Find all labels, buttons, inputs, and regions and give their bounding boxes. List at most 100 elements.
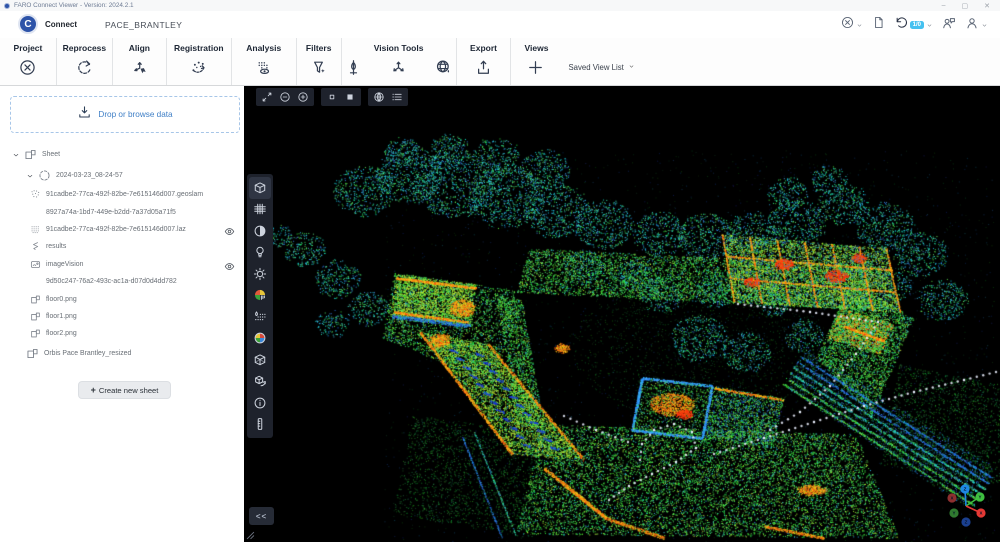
tree-item-label: 2024-03-23_08-24-57 [56,172,123,179]
tree-row-91cadbe2-77ca-492f-82be-7e6151[interactable]: 91cadbe2-77ca-492f-82be-7e615146d007.geo… [0,186,244,203]
tree-row-91cadbe2-77ca-492f-82be-7e6151[interactable]: 91cadbe2-77ca-492f-82be-7e615146d007.laz [0,221,244,238]
geoslam-icon [30,189,41,200]
window-title: FARO Connect Viewer - Version: 2024.2.1 [14,2,134,9]
export-button[interactable] [473,56,495,78]
tree-row-imagevision[interactable]: imageVision [0,256,244,273]
trajectory-icon [30,241,41,252]
ruler-tool-button[interactable] [249,414,271,436]
file-icon [30,207,41,218]
chevron-down-icon [856,16,863,34]
main-toolbar: ProjectReprocessAlignRegistrationAnalysi… [0,38,1000,86]
cube-rotate-tool-button[interactable] [249,371,271,393]
tree-row-9d50c247-76a2-493c-ac1a-d07d0d[interactable]: 9d50c247-76a2-493c-ac1a-d07d0d4dd782 [0,273,244,290]
zoom-in-button[interactable] [295,89,311,105]
zoom-out-button[interactable] [277,89,293,105]
contrast-tool-button[interactable] [249,220,271,242]
sheet-icon [30,294,41,305]
reprocess-button[interactable] [73,56,95,78]
points-tool-button[interactable] [249,306,271,328]
toolbar-group-registration: Registration [167,38,232,85]
toolbar-group-filters: Filters [297,38,342,85]
toolbar-group-analysis: Analysis [232,38,297,85]
image-icon [30,259,41,270]
close-circle-button[interactable] [17,56,39,78]
viewport-toolbar-panel [321,88,361,106]
tree-item-label: 9d50c247-76a2-493c-ac1a-d07d0d4dd782 [46,278,177,285]
status-circle-dropdown[interactable] [841,16,863,34]
palette-tool-button[interactable] [249,285,271,307]
undo-dropdown[interactable]: 1/0 [894,16,933,35]
caret-down-icon[interactable] [26,167,34,185]
toolbar-group-icons [188,56,210,78]
grid-tool-button[interactable] [249,199,271,221]
tree-item-label: imageVision [46,261,83,268]
cube-tool-button[interactable] [249,349,271,371]
toolbar-group-vision-tools: Vision Tools [342,38,457,85]
tree-row-2024-03-23-08-24-57[interactable]: 2024-03-23_08-24-57 [0,165,244,186]
app-header: C Connect PACE_BRANTLEY 1/0 [0,11,1000,38]
tree-row-floor1-png[interactable]: floor1.png [0,308,244,325]
3d-viewport[interactable]: << ZXYXYZ [244,86,1000,542]
viewport-toolbar-panel [256,88,314,106]
tree-item-label: results [46,243,66,250]
analysis-button[interactable] [253,56,275,78]
toolbar-group-label: Export [470,43,497,53]
connect-logo-icon: C [18,14,38,34]
document-button[interactable] [872,16,885,34]
create-new-sheet-button[interactable]: + Create new sheet [78,381,171,399]
minimize-button[interactable]: – [942,2,946,9]
bulb-tool-button[interactable] [249,242,271,264]
colorsphere-tool-button[interactable] [249,328,271,350]
vt-sphere-button[interactable] [433,56,455,78]
box-tool-button[interactable] [249,177,271,199]
vt-axes-button[interactable] [388,56,410,78]
list-button[interactable] [389,89,405,105]
navigation-gizmo[interactable]: ZXYXYZ [938,476,996,538]
filters-button[interactable] [308,56,330,78]
header-actions: 1/0 [841,16,988,34]
tree-row-sheet[interactable]: Sheet [0,144,244,165]
tree-row-floor0-png[interactable]: floor0.png [0,290,244,307]
brightness-tool-button[interactable] [249,263,271,285]
toolbar-group-label: Views [524,43,548,53]
plus-button[interactable] [524,56,546,78]
tree-item-label: floor1.png [46,313,77,320]
resize-grip-icon[interactable] [245,528,256,542]
toolbar-group-label: Reprocess [63,43,106,53]
fit-button[interactable] [259,89,275,105]
account-dropdown[interactable] [965,16,988,35]
globe-button[interactable] [371,89,387,105]
feedback-button[interactable] [942,16,956,35]
collapse-sidebar-button[interactable]: << [249,507,274,525]
maximize-button[interactable]: ▢ [962,2,969,10]
svg-text:Y: Y [978,495,981,500]
document-icon [872,16,885,34]
chevron-down-icon [926,16,933,34]
toolbar-group-icons [253,56,275,78]
align-button[interactable] [128,56,150,78]
window-titlebar: FARO Connect Viewer - Version: 2024.2.1 [0,0,1000,11]
tree-row-floor2-png[interactable]: floor2.png [0,325,244,342]
viewport-toolbar-panel [368,88,408,106]
point-small-button[interactable] [324,89,340,105]
vt-plumb-button[interactable] [343,56,365,78]
close-button[interactable]: ✕ [984,2,990,10]
toolbar-group-icons [473,56,495,78]
saved-view-list-dropdown[interactable]: Saved View List [568,63,634,72]
point-large-button[interactable] [342,89,358,105]
sheet-icon [26,347,39,360]
drop-browse-data-zone[interactable]: Drop or browse data [10,96,240,133]
sheet-icon [30,328,41,339]
tree-item-label: Orbis Pace Brantley_resized [44,350,131,357]
tree-row-orbis-pace-brantley-resized[interactable]: Orbis Pace Brantley_resized [0,343,244,364]
undo-count-badge: 1/0 [910,21,924,29]
toolbar-group-icons [17,56,39,78]
registration-button[interactable] [188,56,210,78]
tree-row-8927a74a-1bd7-449e-b2dd-7a37d0[interactable]: 8927a74a-1bd7-449e-b2dd-7a37d05a71f5 [0,203,244,220]
info-tool-button[interactable] [249,392,271,414]
tree-row-results[interactable]: results [0,238,244,255]
toolbar-group-label: Analysis [246,43,281,53]
toolbar-group-reprocess: Reprocess [57,38,113,85]
caret-down-icon[interactable] [12,146,20,164]
point-cloud-canvas[interactable] [244,86,1000,542]
